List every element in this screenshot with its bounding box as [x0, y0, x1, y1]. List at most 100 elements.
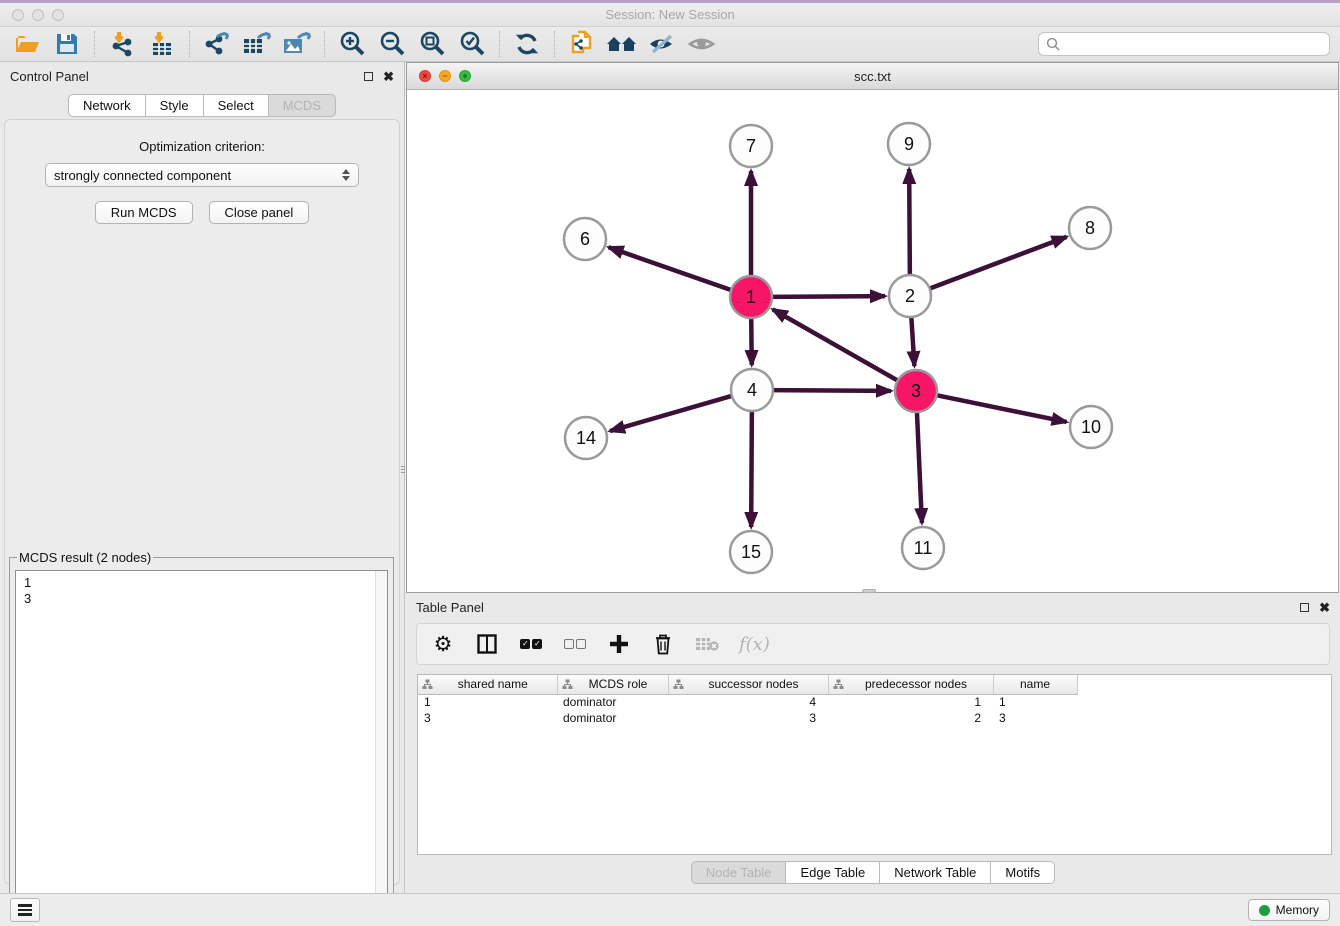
zoom-selected-icon [459, 31, 485, 57]
edge-4-15[interactable] [751, 409, 752, 527]
zoom-in-button[interactable] [335, 29, 369, 59]
table-cell[interactable]: 4 [668, 694, 828, 710]
edge-3-10[interactable] [935, 395, 1067, 422]
zoom-fit-icon [419, 31, 445, 57]
save-session-button[interactable] [50, 29, 84, 59]
network-window-title: scc.txt [407, 69, 1338, 84]
table-cell[interactable]: 2 [828, 710, 993, 726]
maximize-network-button[interactable]: + [459, 70, 471, 82]
tab-select[interactable]: Select [204, 94, 269, 117]
function-builder-button[interactable]: f(x) [739, 631, 770, 657]
edge-3-1[interactable] [773, 309, 900, 381]
save-icon [55, 32, 79, 56]
delete-column-button[interactable] [651, 631, 675, 657]
tab-motifs[interactable]: Motifs [991, 861, 1055, 884]
table-cell[interactable]: 3 [418, 710, 557, 726]
delete-table-button[interactable] [695, 631, 719, 657]
close-table-panel-icon[interactable]: ✖ [1319, 601, 1330, 614]
tab-edge-table[interactable]: Edge Table [786, 861, 880, 884]
result-line: 1 [24, 575, 379, 591]
node-label-7: 7 [746, 136, 756, 156]
selected-option: strongly connected component [54, 168, 231, 183]
close-panel-icon[interactable]: ✖ [383, 70, 394, 83]
minimize-network-button[interactable]: − [439, 70, 451, 82]
table-row[interactable]: 1dominator411 [418, 694, 1077, 710]
table-settings-button[interactable]: ⚙ [431, 631, 455, 657]
table-cell[interactable]: dominator [557, 694, 668, 710]
status-bar: Memory [0, 893, 1340, 926]
status-menu-button[interactable] [10, 898, 40, 922]
import-network-button[interactable] [105, 29, 139, 59]
show-all-button[interactable] [685, 29, 719, 59]
column-header-name[interactable]: name [993, 675, 1077, 694]
close-panel-button[interactable]: Close panel [209, 201, 310, 224]
clone-network-button[interactable] [565, 29, 599, 59]
float-panel-icon[interactable] [364, 72, 373, 81]
tab-network-table[interactable]: Network Table [880, 861, 991, 884]
table-cell[interactable]: 3 [993, 710, 1077, 726]
minimize-window-button[interactable] [32, 9, 44, 21]
tab-style[interactable]: Style [146, 94, 204, 117]
tab-network[interactable]: Network [68, 94, 146, 117]
node-label-3: 3 [911, 381, 921, 401]
close-network-button[interactable]: × [419, 70, 431, 82]
edge-2-8[interactable] [928, 237, 1067, 289]
table-cell[interactable]: 1 [418, 694, 557, 710]
zoom-fit-button[interactable] [415, 29, 449, 59]
hide-selected-button[interactable] [645, 29, 679, 59]
network-canvas[interactable]: 7968124314101511 [407, 90, 1338, 592]
result-scrollbar[interactable] [375, 571, 387, 926]
edge-4-3[interactable] [771, 390, 891, 391]
column-label: shared name [433, 677, 553, 691]
table-cell[interactable]: dominator [557, 710, 668, 726]
optimization-criterion-select[interactable]: strongly connected component [45, 163, 359, 187]
memory-button[interactable]: Memory [1248, 899, 1330, 921]
zoom-selected-button[interactable] [455, 29, 489, 59]
tree-toggle-icon [422, 679, 433, 690]
edge-2-3[interactable] [911, 315, 914, 366]
deselect-all-button[interactable] [563, 631, 587, 657]
column-header-shared-name[interactable]: shared name [418, 675, 557, 694]
zoom-out-button[interactable] [375, 29, 409, 59]
export-image-button[interactable] [280, 29, 314, 59]
select-all-button[interactable] [519, 631, 543, 657]
zoom-window-button[interactable] [52, 9, 64, 21]
table-cell[interactable]: 1 [828, 694, 993, 710]
table-row[interactable]: 3dominator323 [418, 710, 1077, 726]
create-column-button[interactable] [607, 631, 631, 657]
edge-3-11[interactable] [917, 410, 922, 523]
edge-2-9[interactable] [909, 169, 910, 277]
column-header-MCDS-role[interactable]: MCDS role [557, 675, 668, 694]
close-window-button[interactable] [12, 9, 24, 21]
edge-1-2[interactable] [770, 296, 885, 297]
edge-1-4[interactable] [751, 316, 752, 365]
run-mcds-button[interactable]: Run MCDS [95, 201, 193, 224]
mcds-result-fieldset: MCDS result (2 nodes) 13 [9, 550, 394, 926]
export-table-button[interactable] [240, 29, 274, 59]
tab-node-table[interactable]: Node Table [691, 861, 787, 884]
float-table-panel-icon[interactable] [1300, 603, 1309, 612]
refresh-button[interactable] [510, 29, 544, 59]
search-input[interactable] [1065, 37, 1322, 52]
home-layout-button[interactable] [605, 29, 639, 59]
import-table-button[interactable] [145, 29, 179, 59]
mcds-panel: Optimization criterion: strongly connect… [4, 119, 400, 885]
column-label: predecessor nodes [844, 677, 989, 691]
column-header-successor-nodes[interactable]: successor nodes [668, 675, 828, 694]
result-line: 3 [24, 591, 379, 607]
application-window: Session: New Session [0, 0, 1340, 926]
tab-mcds[interactable]: MCDS [269, 94, 336, 117]
column-header-predecessor-nodes[interactable]: predecessor nodes [828, 675, 993, 694]
table-cell[interactable]: 1 [993, 694, 1077, 710]
export-table-icon [242, 31, 272, 57]
search-box[interactable] [1038, 32, 1330, 56]
table-cell[interactable]: 3 [668, 710, 828, 726]
mcds-result-box[interactable]: 13 [15, 570, 388, 926]
edge-4-14[interactable] [610, 395, 734, 431]
node-table[interactable]: shared name MCDS rolesuccessor nodes prede… [417, 674, 1332, 855]
open-file-button[interactable] [10, 29, 44, 59]
edge-1-6[interactable] [609, 247, 733, 290]
panel-splitter-handle[interactable] [401, 466, 405, 480]
export-network-button[interactable] [200, 29, 234, 59]
show-column-panel-button[interactable] [475, 631, 499, 657]
